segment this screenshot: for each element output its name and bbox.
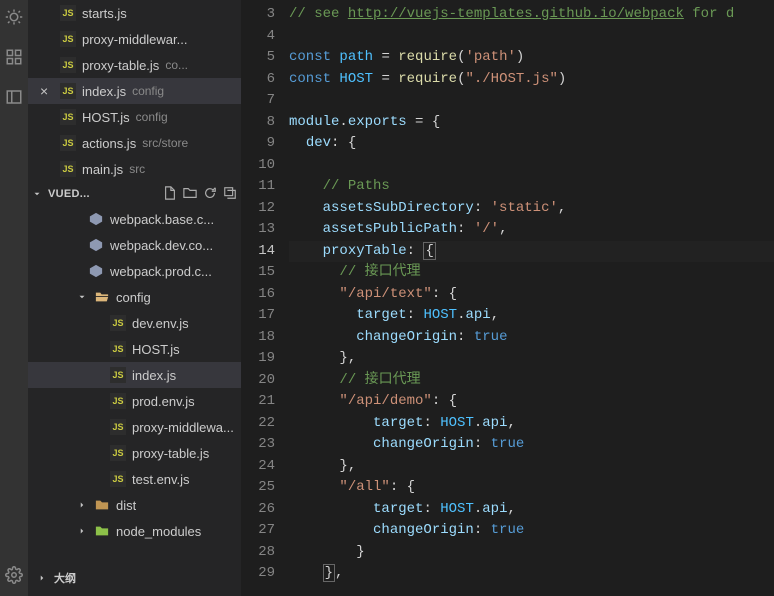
js-file-icon: JS <box>60 31 76 47</box>
collapse-icon[interactable] <box>223 186 237 203</box>
js-file-icon: JS <box>110 419 126 435</box>
js-file-icon: JS <box>110 471 126 487</box>
outline-section[interactable]: 大纲 <box>28 564 241 590</box>
folder-name: dist <box>116 498 136 513</box>
editor-file-path: src <box>129 162 145 176</box>
section-actions <box>163 186 237 203</box>
tree-folder-config[interactable]: config <box>28 284 241 310</box>
editor-area: 3456789101112131415161718192021222324252… <box>241 0 774 596</box>
open-editor-item[interactable]: JS proxy-table.js co... <box>28 52 241 78</box>
js-file-icon: JS <box>60 135 76 151</box>
open-editor-item[interactable]: JS proxy-middlewar... <box>28 26 241 52</box>
file-name: webpack.prod.c... <box>110 264 212 279</box>
js-file-icon: JS <box>60 83 76 99</box>
tree-file-item[interactable]: webpack.prod.c... <box>28 258 241 284</box>
code-content[interactable]: // see http://vuejs-templates.github.io/… <box>289 0 774 596</box>
folder-name: config <box>116 290 151 305</box>
chevron-right-icon <box>76 500 88 510</box>
new-file-icon[interactable] <box>163 186 177 203</box>
tree-file-item[interactable]: JS HOST.js <box>28 336 241 362</box>
js-file-icon: JS <box>110 341 126 357</box>
webpack-config-icon <box>88 237 104 253</box>
file-tree: webpack.base.c... webpack.dev.co... webpac… <box>28 206 241 544</box>
editor-file-name: main.js <box>82 162 123 177</box>
open-editor-item[interactable]: JS main.js src <box>28 156 241 182</box>
editor-file-path: config <box>132 84 164 98</box>
editor-file-name: HOST.js <box>82 110 130 125</box>
js-file-icon: JS <box>110 445 126 461</box>
file-name: webpack.dev.co... <box>110 238 213 253</box>
close-icon[interactable]: × <box>40 83 54 99</box>
tree-file-item[interactable]: JS dev.env.js <box>28 310 241 336</box>
tree-file-item[interactable]: JS proxy-middlewa... <box>28 414 241 440</box>
file-name: proxy-middlewa... <box>132 420 234 435</box>
line-number-gutter: 3456789101112131415161718192021222324252… <box>241 0 289 596</box>
file-name: prod.env.js <box>132 394 195 409</box>
open-editor-item[interactable]: JS HOST.js config <box>28 104 241 130</box>
editor-file-path: config <box>136 110 168 124</box>
tree-file-item[interactable]: JS proxy-table.js <box>28 440 241 466</box>
js-file-icon: JS <box>60 5 76 21</box>
chevron-down-icon <box>32 187 44 202</box>
editor-file-name: proxy-table.js <box>82 58 159 73</box>
file-name: index.js <box>132 368 176 383</box>
js-file-icon: JS <box>60 57 76 73</box>
debug-icon[interactable] <box>5 8 23 26</box>
js-file-icon: JS <box>110 315 126 331</box>
file-name: test.env.js <box>132 472 190 487</box>
tree-file-item[interactable]: JS prod.env.js <box>28 388 241 414</box>
refresh-icon[interactable] <box>203 186 217 203</box>
editor-file-path: co... <box>165 58 188 72</box>
chevron-right-icon <box>36 573 48 583</box>
settings-icon[interactable] <box>5 566 23 584</box>
editor-file-name: starts.js <box>82 6 127 21</box>
chevron-down-icon <box>76 292 88 302</box>
layout-icon[interactable] <box>5 88 23 106</box>
file-name: webpack.base.c... <box>110 212 214 227</box>
js-file-icon: JS <box>110 367 126 383</box>
folder-open-icon <box>94 289 110 305</box>
tree-folder-item[interactable]: dist <box>28 492 241 518</box>
webpack-config-icon <box>88 211 104 227</box>
open-editor-item[interactable]: × JS index.js config <box>28 78 241 104</box>
explorer-sidebar: JS starts.js JS proxy-middlewar... JS proxy-t… <box>28 0 241 596</box>
file-name: proxy-table.js <box>132 446 209 461</box>
js-file-icon: JS <box>60 161 76 177</box>
chevron-right-icon <box>76 526 88 536</box>
file-name: dev.env.js <box>132 316 189 331</box>
open-editors: JS starts.js JS proxy-middlewar... JS proxy-t… <box>28 0 241 182</box>
editor-file-name: proxy-middlewar... <box>82 32 187 47</box>
folder-icon <box>94 497 110 513</box>
folder-icon <box>94 523 110 539</box>
extensions-icon[interactable] <box>5 48 23 66</box>
outline-label: 大纲 <box>54 570 76 586</box>
tree-file-item[interactable]: webpack.base.c... <box>28 206 241 232</box>
js-file-icon: JS <box>110 393 126 409</box>
open-editor-item[interactable]: JS actions.js src/store <box>28 130 241 156</box>
section-title: VUED... <box>48 188 159 200</box>
editor-file-name: actions.js <box>82 136 136 151</box>
editor-file-name: index.js <box>82 84 126 99</box>
new-folder-icon[interactable] <box>183 186 197 203</box>
explorer-section-header[interactable]: VUED... <box>28 182 241 206</box>
tree-file-item[interactable]: JS index.js <box>28 362 241 388</box>
file-name: HOST.js <box>132 342 180 357</box>
folder-name: node_modules <box>116 524 201 539</box>
activity-bar <box>0 0 28 596</box>
editor-file-path: src/store <box>142 136 188 150</box>
tree-folder-item[interactable]: node_modules <box>28 518 241 544</box>
tree-file-item[interactable]: webpack.dev.co... <box>28 232 241 258</box>
tree-file-item[interactable]: JS test.env.js <box>28 466 241 492</box>
js-file-icon: JS <box>60 109 76 125</box>
open-editor-item[interactable]: JS starts.js <box>28 0 241 26</box>
webpack-config-icon <box>88 263 104 279</box>
